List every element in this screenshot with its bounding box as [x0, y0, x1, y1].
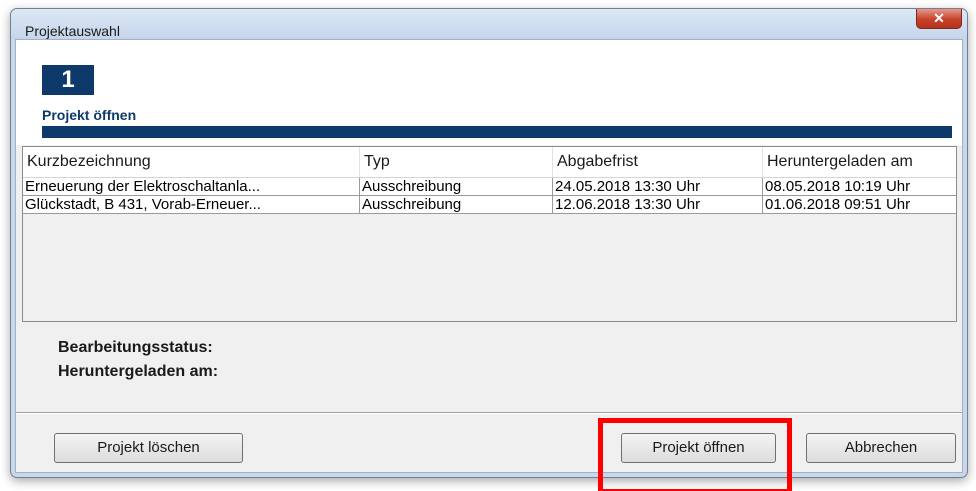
cell-kurzbezeichnung: Erneuerung der Elektroschaltanla...	[23, 178, 360, 195]
cell-heruntergeladen-am: 08.05.2018 10:19 Uhr	[765, 178, 911, 195]
cancel-button[interactable]: Abbrechen	[806, 433, 956, 463]
cell-typ: Ausschreibung	[360, 178, 553, 195]
table-row[interactable]: Erneuerung der Elektroschaltanla... Auss…	[23, 178, 956, 196]
wizard-header: 1 Projekt öffnen	[16, 40, 962, 145]
step-number-badge: 1	[42, 65, 94, 95]
title-bar[interactable]: Projektauswahl ✕	[11, 9, 967, 39]
cell-kurzbezeichnung: Glückstadt, B 431, Vorab-Erneuer...	[23, 196, 360, 213]
footer-separator	[16, 412, 962, 414]
step-progress-bar	[42, 126, 952, 138]
window-title: Projektauswahl	[25, 23, 120, 39]
cell-heruntergeladen-am: 01.06.2018 09:51 Uhr	[765, 196, 911, 213]
cell-typ: Ausschreibung	[360, 196, 553, 213]
delete-project-button[interactable]: Projekt löschen	[54, 433, 243, 463]
column-header-abgabefrist[interactable]: Abgabefrist	[553, 147, 763, 177]
table-row[interactable]: Glückstadt, B 431, Vorab-Erneuer... Auss…	[23, 196, 956, 214]
step-title: Projekt öffnen	[42, 107, 137, 123]
dialog-window: Projektauswahl ✕ 1 Projekt öffnen Kurzbe…	[10, 8, 968, 478]
page: Projektauswahl ✕ 1 Projekt öffnen Kurzbe…	[0, 0, 976, 491]
list-header: Kurzbezeichnung Typ Abgabefrist Herunter…	[23, 147, 956, 178]
status-label: Bearbeitungsstatus:	[58, 339, 213, 356]
column-header-heruntergeladen-am[interactable]: Heruntergeladen am	[763, 147, 956, 177]
downloaded-label: Heruntergeladen am:	[58, 363, 219, 380]
column-header-typ[interactable]: Typ	[360, 147, 553, 177]
project-list[interactable]: Kurzbezeichnung Typ Abgabefrist Herunter…	[22, 146, 957, 322]
close-icon: ✕	[933, 10, 945, 26]
highlight-annotation	[598, 418, 792, 491]
close-button[interactable]: ✕	[916, 9, 962, 29]
dialog-client-area: 1 Projekt öffnen Kurzbezeichnung Typ Abg…	[15, 39, 963, 473]
cell-abgabefrist: 24.05.2018 13:30 Uhr	[553, 178, 763, 195]
cell-abgabefrist: 12.06.2018 13:30 Uhr	[553, 196, 763, 213]
column-header-kurzbezeichnung[interactable]: Kurzbezeichnung	[23, 147, 360, 177]
